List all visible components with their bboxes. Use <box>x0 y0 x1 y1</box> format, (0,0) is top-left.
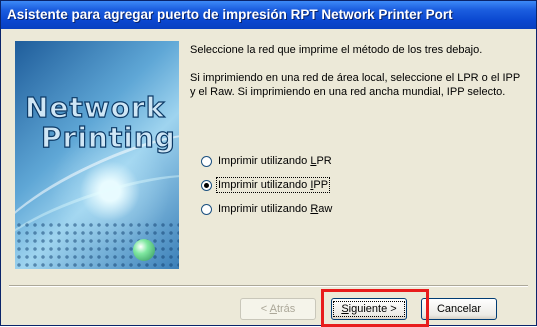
radio-button-raw[interactable] <box>201 203 212 215</box>
instructions-para2: Si imprimiendo en una red de área local,… <box>190 72 520 98</box>
cancel-button[interactable]: Cancelar <box>421 298 497 320</box>
radio-option-lpr[interactable]: Imprimir utilizando LPR <box>201 149 332 173</box>
wizard-window: Asistente para agregar puerto de impresi… <box>0 0 537 327</box>
wizard-content: Network Printing Seleccione la red que i… <box>9 37 529 273</box>
banner-orb <box>133 239 155 261</box>
banner-text-line2: Printing <box>40 120 176 154</box>
radio-button-ipp[interactable] <box>201 179 212 191</box>
radio-label-lpr[interactable]: Imprimir utilizando LPR <box>218 155 332 167</box>
banner-dots <box>15 221 179 269</box>
instructions-para1: Seleccione la red que imprime el método … <box>190 44 483 56</box>
button-divider <box>9 285 528 287</box>
back-button[interactable]: < Atrás <box>240 298 316 320</box>
radio-label-ipp[interactable]: Imprimir utilizando IPP <box>215 177 331 193</box>
title-bar: Asistente para agregar puerto de impresi… <box>1 1 536 29</box>
radio-option-ipp[interactable]: Imprimir utilizando IPP <box>201 173 332 197</box>
banner-text-line1: Network <box>24 90 166 124</box>
radio-label-raw[interactable]: Imprimir utilizando Raw <box>218 203 332 215</box>
instructions: Seleccione la red que imprime el método … <box>190 43 520 113</box>
radio-button-lpr[interactable] <box>201 155 212 167</box>
protocol-options: Imprimir utilizando LPR Imprimir utiliza… <box>201 149 332 221</box>
network-printing-banner: Network Printing <box>15 41 179 269</box>
radio-option-raw[interactable]: Imprimir utilizando Raw <box>201 197 332 221</box>
next-button-highlight <box>321 289 429 327</box>
